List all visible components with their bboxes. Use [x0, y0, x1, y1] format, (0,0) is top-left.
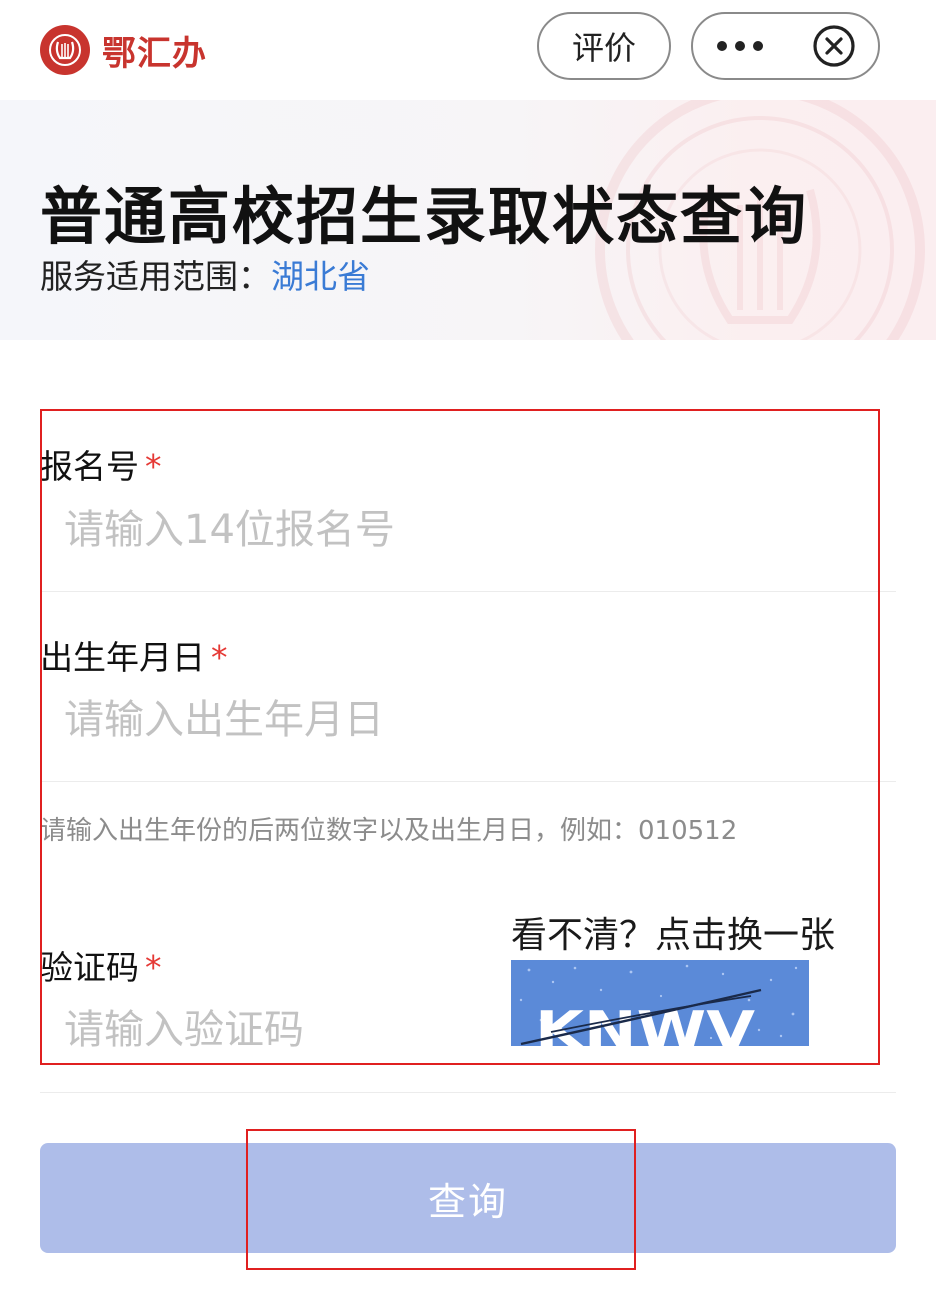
service-scope: 服务适用范围：湖北省	[40, 250, 370, 298]
captcha-image[interactable]: KNWV	[511, 960, 809, 1046]
required-mark: *	[145, 447, 162, 486]
registration-number-label: 报名号 *	[40, 447, 162, 486]
rate-button-label: 评价	[571, 29, 636, 67]
app-logo: 鄂汇办	[40, 24, 207, 76]
registration-number-input[interactable]	[64, 500, 484, 560]
divider	[40, 1092, 896, 1093]
birth-date-label: 出生年月日 *	[40, 638, 228, 677]
miniprogram-capsule	[691, 12, 880, 80]
captcha-input[interactable]	[64, 1000, 484, 1060]
close-circle-icon[interactable]	[812, 24, 856, 68]
page-banner: 普通高校招生录取状态查询 服务适用范围：湖北省	[0, 100, 936, 340]
birth-date-input[interactable]	[64, 690, 484, 750]
page-title: 普通高校招生录取状态查询	[40, 180, 809, 253]
top-bar: 鄂汇办 评价	[0, 0, 936, 100]
divider	[40, 781, 896, 782]
service-scope-label: 服务适用范围：	[40, 257, 271, 296]
birth-date-hint: 请输入出生年份的后两位数字以及出生月日，例如：010512	[40, 816, 738, 846]
lyre-emblem-icon	[40, 25, 90, 75]
required-mark: *	[211, 638, 228, 677]
captcha-label: 验证码 *	[40, 948, 162, 987]
captcha-code: KNWV	[535, 1001, 755, 1046]
rate-button[interactable]: 评价	[537, 12, 671, 80]
service-scope-value[interactable]: 湖北省	[271, 257, 370, 296]
more-dots-icon[interactable]	[717, 41, 763, 51]
divider	[40, 591, 896, 592]
query-button[interactable]: 查询	[40, 1143, 896, 1253]
captcha-refresh-link[interactable]: 看不清？点击换一张	[511, 906, 835, 958]
app-name: 鄂汇办	[102, 33, 207, 74]
required-mark: *	[145, 948, 162, 987]
